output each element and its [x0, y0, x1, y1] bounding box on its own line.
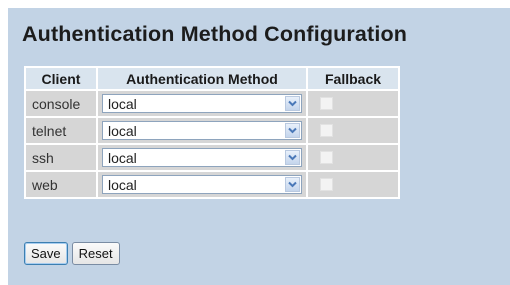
- form-actions: Save Reset: [24, 242, 120, 265]
- select-value: local: [108, 123, 137, 139]
- chevron-down-icon[interactable]: [285, 150, 300, 165]
- table-row-telnet: telnet local: [26, 118, 398, 143]
- chevron-down-icon[interactable]: [285, 96, 300, 111]
- table-row-web: web local: [26, 172, 398, 197]
- fallback-checkbox-console[interactable]: [320, 97, 333, 110]
- fallback-cell: [308, 118, 398, 143]
- column-header-client: Client: [26, 68, 96, 89]
- method-cell: local: [98, 145, 306, 170]
- method-cell: local: [98, 172, 306, 197]
- client-name: ssh: [26, 145, 96, 170]
- auth-method-table: Client Authentication Method Fallback co…: [24, 66, 400, 199]
- fallback-cell: [308, 145, 398, 170]
- reset-button[interactable]: Reset: [71, 242, 120, 265]
- authentication-method-select-telnet[interactable]: local: [102, 121, 302, 140]
- fallback-cell: [308, 91, 398, 116]
- authentication-method-select-ssh[interactable]: local: [102, 148, 302, 167]
- chevron-down-icon[interactable]: [285, 177, 300, 192]
- page-title: Authentication Method Configuration: [22, 22, 408, 46]
- select-value: local: [108, 177, 137, 193]
- fallback-cell: [308, 172, 398, 197]
- fallback-checkbox-ssh[interactable]: [320, 151, 333, 164]
- client-name: console: [26, 91, 96, 116]
- save-button[interactable]: Save: [24, 242, 68, 265]
- content-panel: Authentication Method Configuration Clie…: [8, 8, 510, 285]
- chevron-down-icon[interactable]: [285, 123, 300, 138]
- client-name: web: [26, 172, 96, 197]
- table-header-row: Client Authentication Method Fallback: [26, 68, 398, 89]
- table-row-ssh: ssh local: [26, 145, 398, 170]
- column-header-authentication-method: Authentication Method: [98, 68, 306, 89]
- select-value: local: [108, 96, 137, 112]
- client-name: telnet: [26, 118, 96, 143]
- table-row-console: console local: [26, 91, 398, 116]
- method-cell: local: [98, 118, 306, 143]
- authentication-method-select-web[interactable]: local: [102, 175, 302, 194]
- fallback-checkbox-telnet[interactable]: [320, 124, 333, 137]
- authentication-method-select-console[interactable]: local: [102, 94, 302, 113]
- select-value: local: [108, 150, 137, 166]
- fallback-checkbox-web[interactable]: [320, 178, 333, 191]
- method-cell: local: [98, 91, 306, 116]
- column-header-fallback: Fallback: [308, 68, 398, 89]
